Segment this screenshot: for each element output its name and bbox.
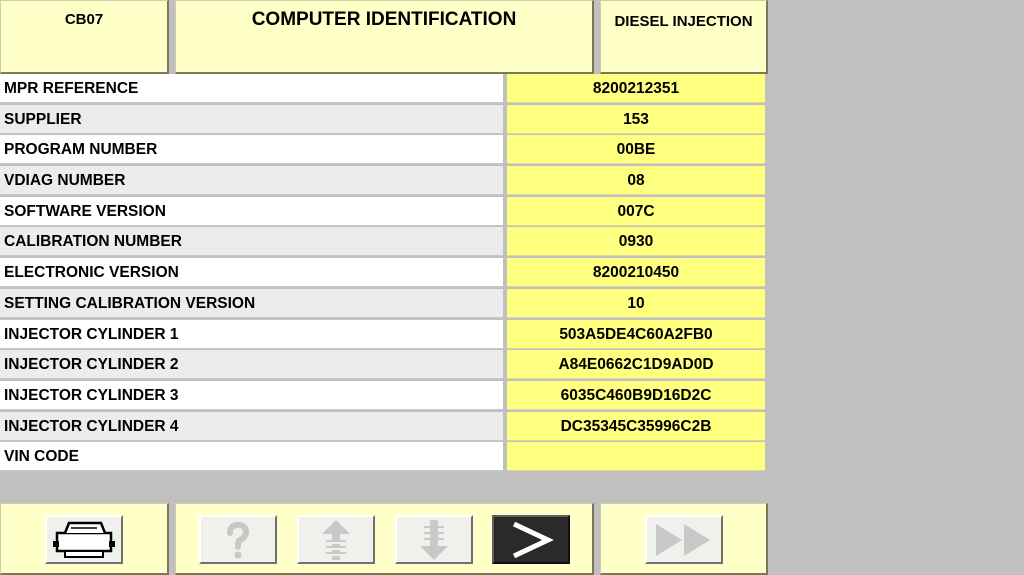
row-value: 007C (507, 196, 765, 226)
row-label: INJECTOR CYLINDER 4 (0, 411, 503, 441)
row-value (507, 442, 765, 472)
row-value: 10 (507, 288, 765, 318)
next-button[interactable] (492, 515, 570, 564)
row-label: INJECTOR CYLINDER 2 (0, 350, 503, 380)
row-value: 0930 (507, 227, 765, 257)
row-label: MPR REFERENCE (0, 74, 503, 103)
page-up-button[interactable] (297, 515, 375, 564)
identification-table: MPR REFERENCE 8200212351 SUPPLIER 153 PR… (0, 74, 766, 473)
table-row: VDIAG NUMBER 08 (0, 166, 766, 197)
row-label: INJECTOR CYLINDER 3 (0, 380, 503, 410)
question-mark-icon (227, 521, 250, 558)
table-row: CALIBRATION NUMBER 0930 (0, 227, 766, 258)
table-row: MPR REFERENCE 8200212351 (0, 74, 766, 105)
table-row: INJECTOR CYLINDER 2 A84E0662C1D9AD0D (0, 350, 766, 381)
table-row: ELECTRONIC VERSION 8200210450 (0, 258, 766, 289)
system-name: DIESEL INJECTION (614, 13, 753, 30)
print-button[interactable] (45, 515, 123, 564)
row-label: PROGRAM NUMBER (0, 135, 503, 165)
row-label: CALIBRATION NUMBER (0, 227, 503, 257)
table-row: INJECTOR CYLINDER 4 DC35345C35996C2B (0, 411, 766, 443)
fast-forward-icon (656, 523, 710, 556)
row-value: 00BE (507, 135, 765, 165)
table-row: SOFTWARE VERSION 007C (0, 196, 766, 228)
page-down-button[interactable] (395, 515, 473, 564)
fast-forward-button[interactable] (645, 515, 723, 564)
row-value: 08 (507, 166, 765, 196)
table-row: VIN CODE (0, 442, 766, 473)
row-value: 8200210450 (507, 258, 765, 288)
help-button[interactable] (199, 515, 277, 564)
table-row: SETTING CALIBRATION VERSION 10 (0, 288, 766, 320)
table-row: SUPPLIER 153 (0, 104, 766, 136)
row-label: ELECTRONIC VERSION (0, 258, 503, 288)
chevron-right-icon (512, 521, 554, 558)
row-value: DC35345C35996C2B (507, 411, 765, 441)
row-label: SETTING CALIBRATION VERSION (0, 288, 503, 318)
row-label: SUPPLIER (0, 104, 503, 134)
right-blank-area (768, 0, 1024, 575)
row-value: 503A5DE4C60A2FB0 (507, 319, 765, 349)
screen-code-panel: CB07 (0, 0, 169, 74)
arrow-up-icon (322, 519, 350, 560)
table-row: PROGRAM NUMBER 00BE (0, 135, 766, 166)
footer-center-panel (175, 503, 594, 575)
table-row: INJECTOR CYLINDER 3 6035C460B9D16D2C (0, 380, 766, 412)
row-value: 6035C460B9D16D2C (507, 380, 765, 410)
row-label: INJECTOR CYLINDER 1 (0, 319, 503, 349)
arrow-down-icon (420, 519, 448, 560)
printer-icon (53, 521, 115, 558)
row-label: SOFTWARE VERSION (0, 196, 503, 226)
system-name-panel: DIESEL INJECTION (600, 0, 768, 74)
row-label: VDIAG NUMBER (0, 166, 503, 196)
table-row: INJECTOR CYLINDER 1 503A5DE4C60A2FB0 (0, 319, 766, 351)
page-title: COMPUTER IDENTIFICATION (251, 9, 517, 30)
screen-code: CB07 (64, 11, 104, 28)
row-value: 8200212351 (507, 74, 765, 103)
row-value: 153 (507, 104, 765, 134)
footer-left-panel (0, 503, 169, 575)
row-value: A84E0662C1D9AD0D (507, 350, 765, 380)
row-label: VIN CODE (0, 442, 503, 472)
screen-title-panel: COMPUTER IDENTIFICATION (175, 0, 594, 74)
footer-right-panel (600, 503, 768, 575)
